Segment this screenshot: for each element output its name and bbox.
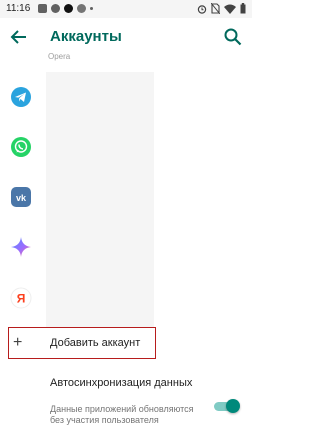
no-sim-icon bbox=[211, 3, 220, 14]
add-account-label: Добавить аккаунт bbox=[50, 337, 141, 349]
auto-sync-toggle[interactable] bbox=[212, 398, 240, 414]
svg-text:Я: Я bbox=[17, 292, 26, 306]
status-system-icons bbox=[197, 3, 246, 14]
toggle-thumb bbox=[226, 399, 240, 413]
accounts-list: Opera vk Я bbox=[0, 52, 252, 327]
account-partial-label: Opera bbox=[48, 52, 71, 61]
back-arrow-icon[interactable] bbox=[8, 26, 30, 48]
toolbar: Аккаунты bbox=[0, 18, 252, 58]
page-title: Аккаунты bbox=[50, 28, 122, 45]
gemini-icon[interactable] bbox=[10, 236, 32, 258]
battery-icon bbox=[240, 3, 246, 14]
yandex-icon[interactable]: Я bbox=[10, 287, 32, 309]
svg-text:vk: vk bbox=[16, 193, 27, 203]
status-bar: 11:16 bbox=[0, 0, 252, 18]
sync-notification-icon bbox=[77, 4, 86, 13]
status-time: 11:16 bbox=[6, 3, 31, 14]
auto-sync-description: Данные приложений обновляются без участи… bbox=[50, 404, 194, 425]
plus-icon: + bbox=[13, 334, 23, 351]
add-account-button[interactable]: + Добавить аккаунт bbox=[8, 327, 156, 359]
gallery-notification-icon bbox=[38, 4, 47, 13]
redacted-account-names bbox=[46, 72, 154, 327]
telegram-icon[interactable] bbox=[10, 86, 32, 108]
wifi-icon bbox=[224, 4, 236, 14]
search-icon[interactable] bbox=[222, 26, 244, 48]
app-notification-icon bbox=[64, 4, 73, 13]
alarm-icon bbox=[197, 4, 207, 14]
whatsapp-notification-icon bbox=[51, 4, 60, 13]
dot-notification-icon bbox=[90, 7, 93, 10]
status-notifications bbox=[38, 4, 93, 13]
auto-sync-title[interactable]: Автосинхронизация данных bbox=[50, 377, 200, 390]
vk-icon[interactable]: vk bbox=[10, 186, 32, 208]
whatsapp-icon[interactable] bbox=[10, 136, 32, 158]
